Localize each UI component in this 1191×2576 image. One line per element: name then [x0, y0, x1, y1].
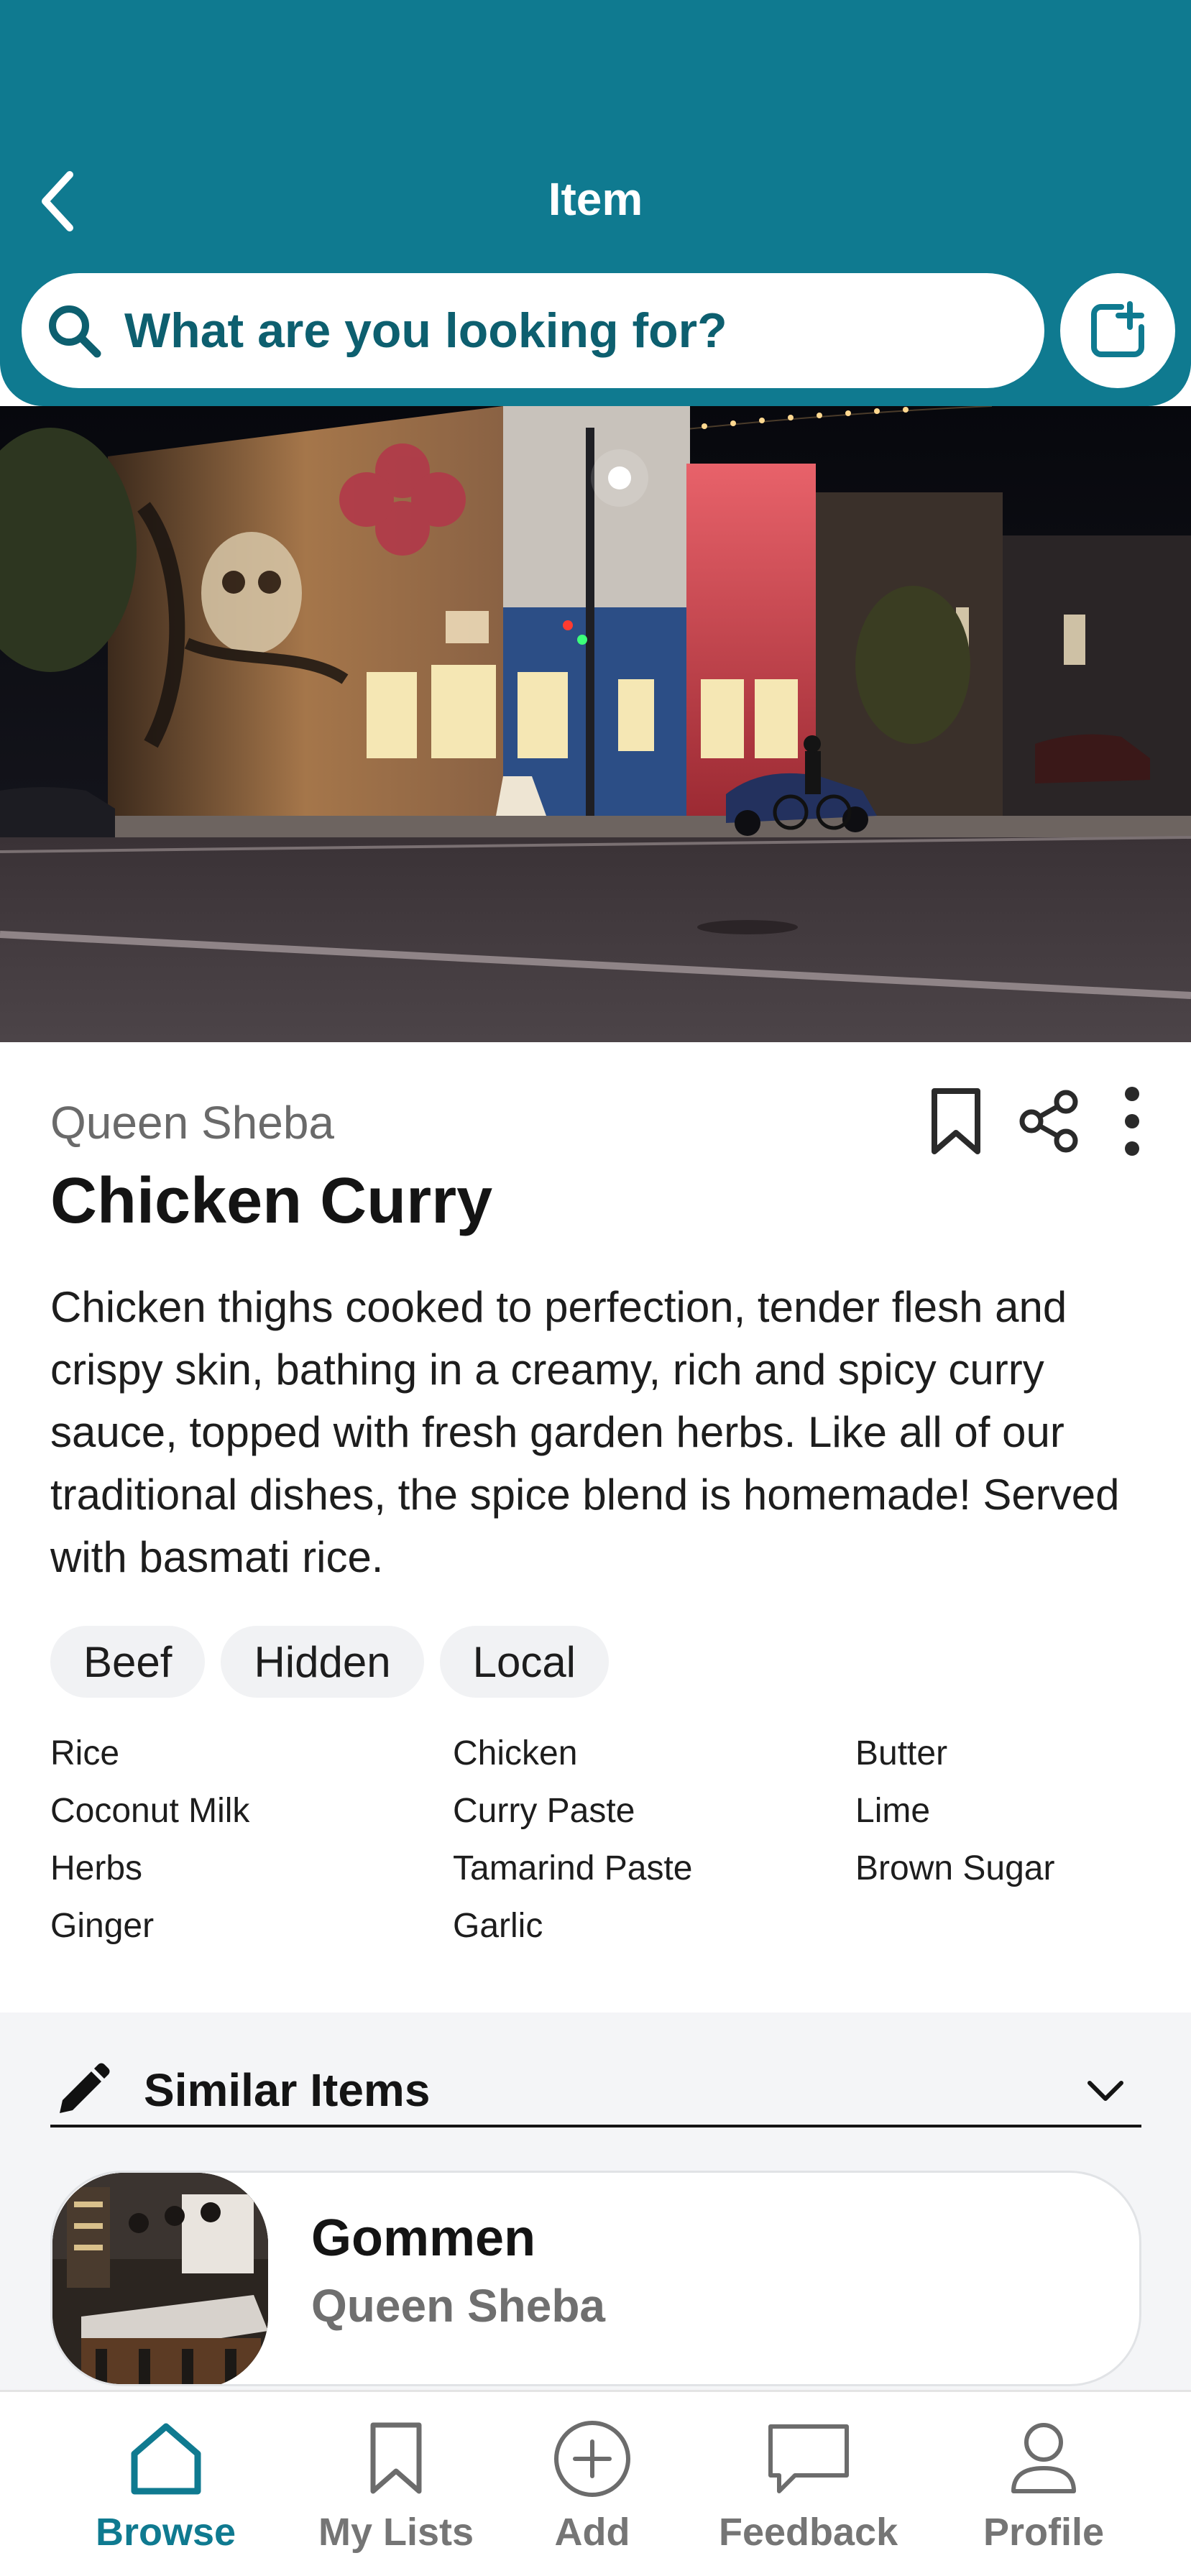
similar-item-name: Gommen	[311, 2209, 536, 2267]
tag-list: Beef Hidden Local	[50, 1626, 610, 1698]
chat-bubble-icon	[762, 2412, 855, 2506]
bottom-navigation: Browse My Lists Add Feedback Profile	[0, 2390, 1191, 2576]
ingredient-item: Rice	[50, 1734, 120, 1772]
more-options-button[interactable]	[1110, 1082, 1154, 1161]
nav-feedback[interactable]: Feedback	[719, 2412, 898, 2554]
home-icon	[126, 2412, 206, 2506]
nav-profile[interactable]: Profile	[983, 2412, 1104, 2554]
more-vertical-icon	[1125, 1087, 1139, 1156]
chevron-down-icon[interactable]	[1084, 2070, 1127, 2113]
ingredient-item: Herbs	[50, 1849, 143, 1887]
share-button[interactable]	[1017, 1082, 1082, 1161]
similar-item-restaurant: Queen Sheba	[311, 2280, 605, 2332]
save-button[interactable]	[924, 1082, 988, 1161]
search-input[interactable]	[124, 303, 987, 359]
pencil-icon	[50, 2058, 115, 2122]
similar-items-title: Similar Items	[144, 2064, 431, 2116]
nav-label: Browse	[96, 2511, 236, 2554]
similar-item-card[interactable]: Gommen Queen Sheba	[50, 2171, 1141, 2386]
item-actions	[924, 1082, 1154, 1161]
nav-label: Feedback	[719, 2511, 898, 2554]
street-scene-image	[0, 406, 1191, 1042]
ingredient-item: Tamarind Paste	[453, 1849, 693, 1887]
ingredient-item: Curry Paste	[453, 1792, 635, 1830]
nav-add[interactable]: Add	[551, 2412, 634, 2554]
search-bar[interactable]	[22, 273, 1044, 388]
restaurant-name[interactable]: Queen Sheba	[50, 1096, 334, 1149]
tag-chip[interactable]: Beef	[50, 1626, 206, 1698]
ingredient-item: Chicken	[453, 1734, 578, 1772]
tag-chip[interactable]: Hidden	[221, 1626, 424, 1698]
bookmark-icon	[932, 1088, 980, 1154]
add-square-icon	[1091, 301, 1144, 357]
item-photo	[0, 406, 1191, 1042]
person-icon	[1008, 2412, 1080, 2506]
nav-label: My Lists	[318, 2511, 474, 2554]
nav-label: Profile	[983, 2511, 1105, 2554]
bookmark-icon	[366, 2412, 426, 2506]
nav-browse[interactable]: Browse	[96, 2412, 236, 2554]
similar-item-thumbnail	[52, 2173, 268, 2384]
item-description: Chicken thighs cooked to perfection, ten…	[50, 1283, 1120, 1581]
share-icon	[1019, 1090, 1078, 1153]
ingredient-item: Coconut Milk	[50, 1792, 250, 1830]
page-title: Item	[548, 173, 643, 225]
ingredient-item: Garlic	[453, 1907, 543, 1945]
ingredient-list: Rice Chicken Butter Coconut Milk Curry P…	[50, 1732, 1191, 1948]
ingredient-item: Butter	[855, 1734, 948, 1772]
similar-items-header[interactable]: Similar Items	[50, 2056, 1141, 2128]
ingredient-item: Ginger	[50, 1907, 155, 1945]
tag-chip[interactable]: Local	[439, 1626, 610, 1698]
ingredient-item: Brown Sugar	[855, 1849, 1055, 1887]
top-header: Item	[0, 0, 1191, 406]
item-title: Chicken Curry	[50, 1165, 493, 1237]
plus-circle-icon	[551, 2412, 634, 2506]
nav-my-lists[interactable]: My Lists	[318, 2412, 474, 2554]
nav-label: Add	[554, 2511, 630, 2554]
add-to-list-button[interactable]	[1060, 273, 1175, 388]
search-icon	[42, 298, 106, 363]
ingredient-item: Lime	[855, 1792, 931, 1830]
